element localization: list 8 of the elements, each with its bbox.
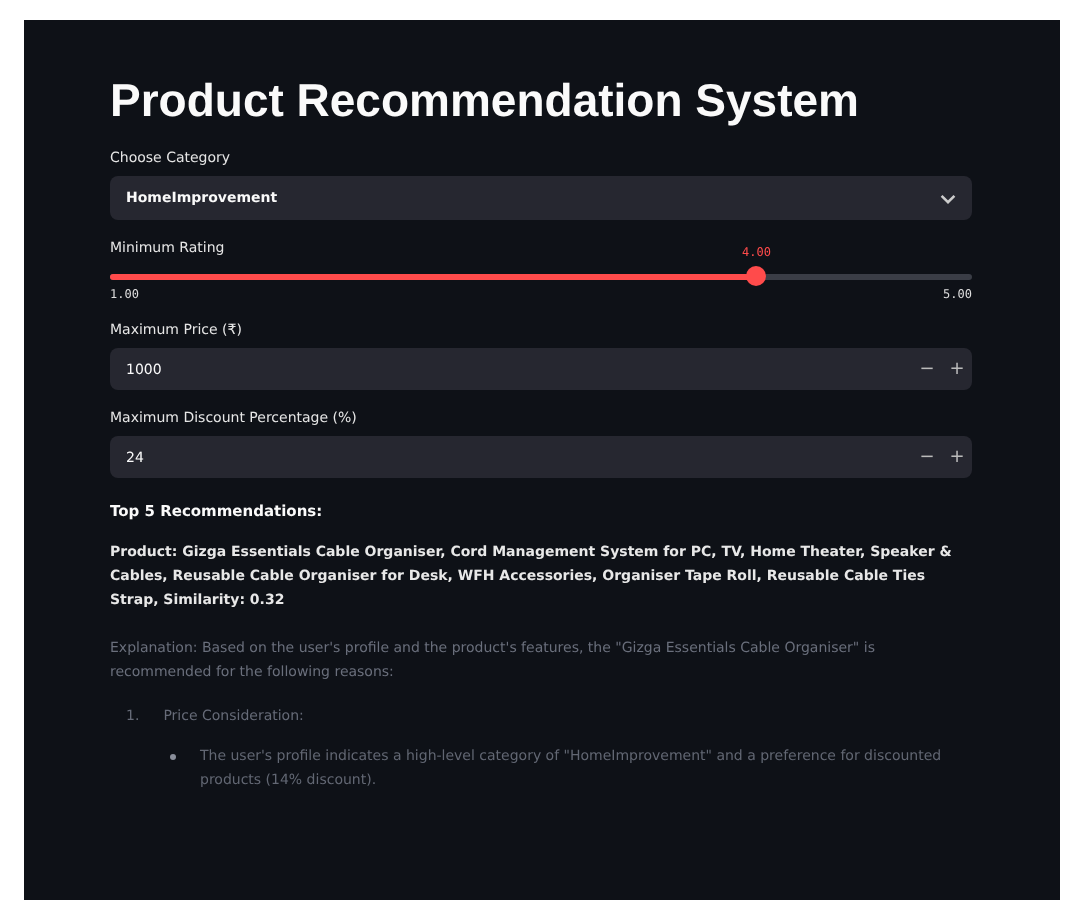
- decrement-button[interactable]: −: [912, 436, 942, 478]
- increment-button[interactable]: +: [942, 436, 972, 478]
- bullet-icon: [170, 754, 176, 760]
- page-title: Product Recommendation System: [110, 72, 861, 128]
- decrement-button[interactable]: −: [912, 348, 942, 390]
- chevron-down-icon: [940, 193, 956, 203]
- increment-button[interactable]: +: [942, 348, 972, 390]
- slider-thumb[interactable]: [746, 266, 767, 286]
